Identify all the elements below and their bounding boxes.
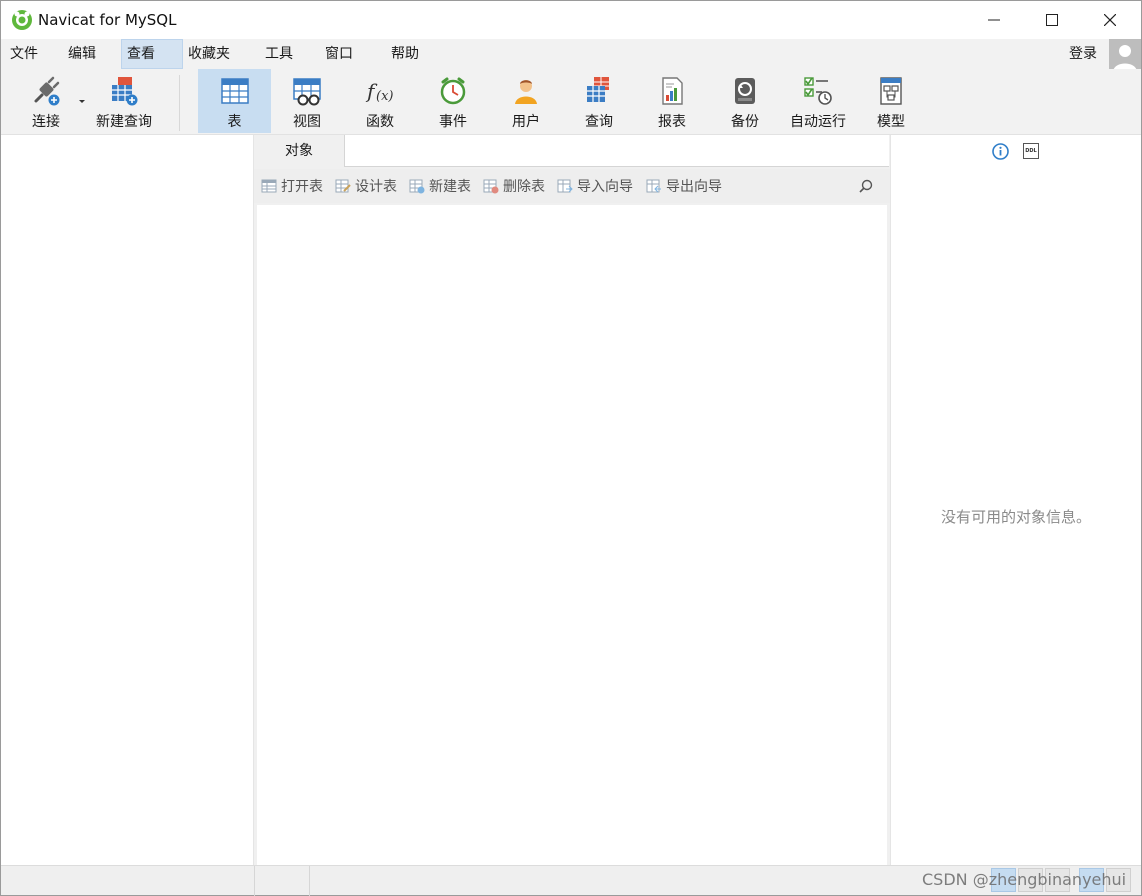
toolbar-user-button[interactable]: 用户 [493, 69, 559, 133]
menu-bar: 文件 编辑 查看 收藏夹 工具 窗口 帮助 登录 [1, 39, 1141, 69]
table-icon [220, 78, 249, 104]
open-table-icon [261, 179, 277, 193]
query-table-icon [587, 77, 609, 102]
toolbar-model-button[interactable]: 模型 [858, 69, 924, 133]
toolbar-label: 报表 [658, 114, 686, 130]
close-icon [1104, 14, 1116, 26]
toolbar-label: 函数 [366, 114, 394, 130]
export-wizard-icon [646, 179, 661, 193]
import-wizard-button[interactable]: 导入向导 [557, 169, 633, 203]
function-fx-icon: f (x) [365, 79, 393, 104]
menu-tools[interactable]: 工具 [260, 39, 298, 69]
menu-help[interactable]: 帮助 [386, 39, 424, 69]
open-table-label: 打开表 [281, 179, 323, 195]
alarm-clock-icon [440, 77, 466, 105]
status-bar: CSDN @zhengbinanyehui [1, 865, 1141, 896]
object-list-area[interactable] [257, 205, 887, 865]
toolbar-query-button[interactable]: 查询 [566, 69, 632, 133]
toolbar-table-button[interactable]: 表 [198, 69, 271, 133]
toolbar-event-button[interactable]: 事件 [420, 69, 486, 133]
toolbar-label: 模型 [877, 114, 905, 130]
menu-favorites[interactable]: 收藏夹 [183, 39, 235, 69]
toolbar-label: 备份 [731, 114, 759, 130]
toolbar-separator [179, 75, 180, 131]
status-divider [254, 866, 255, 896]
navicat-window: Navicat for MySQL 文件 编辑 查看 收藏夹 工具 窗口 帮助 … [0, 0, 1142, 896]
object-info-pane: DDL 没有可用的对象信息。 [890, 135, 1141, 865]
navicat-logo-icon [12, 10, 32, 30]
toolbar-connect-button[interactable]: 连接 [15, 69, 77, 133]
tab-bar: 对象 [254, 135, 890, 167]
menu-window[interactable]: 窗口 [320, 39, 358, 69]
login-link[interactable]: 登录 [1069, 39, 1097, 69]
toolbar-backup-button[interactable]: 备份 [712, 69, 778, 133]
title-bar: Navicat for MySQL [1, 1, 1141, 39]
menu-edit[interactable]: 编辑 [63, 39, 101, 69]
toolbar-label: 自动运行 [790, 114, 846, 130]
user-avatar-icon [1109, 39, 1141, 71]
toolbar-new-query-button[interactable]: 新建查询 [89, 69, 159, 133]
toolbar-label: 查询 [585, 114, 613, 130]
plug-connection-icon [34, 76, 60, 106]
delete-table-button[interactable]: 删除表 [483, 169, 545, 203]
info-icon[interactable] [992, 143, 1009, 160]
export-wizard-button[interactable]: 导出向导 [646, 169, 722, 203]
new-table-label: 新建表 [429, 179, 471, 195]
svg-text:(x): (x) [376, 89, 393, 104]
toolbar-label: 新建查询 [96, 114, 152, 130]
toolbar-label: 视图 [293, 114, 321, 130]
delete-table-icon [483, 179, 499, 194]
toolbar-label: 用户 [512, 114, 540, 130]
tab-objects[interactable]: 对象 [254, 135, 344, 167]
toolbar-label: 连接 [32, 114, 60, 130]
new-table-button[interactable]: 新建表 [409, 169, 471, 203]
model-icon [880, 77, 902, 105]
toolbar-report-button[interactable]: 报表 [639, 69, 705, 133]
empty-info-message: 没有可用的对象信息。 [940, 508, 1091, 526]
design-table-label: 设计表 [355, 179, 397, 195]
ddl-icon-text: DDL [1025, 148, 1037, 154]
ddl-icon[interactable]: DDL [1023, 143, 1039, 159]
delete-table-label: 删除表 [503, 179, 545, 195]
object-pane: 对象 打开表 设计表 新建表 删除表 导入向导 导出向导 [254, 135, 890, 865]
open-table-button[interactable]: 打开表 [261, 169, 323, 203]
chevron-down-icon[interactable] [78, 97, 86, 105]
design-table-icon [335, 179, 351, 193]
backup-icon [735, 78, 755, 104]
import-wizard-icon [557, 179, 573, 193]
watermark-text: CSDN @zhengbinanyehui [922, 870, 1127, 889]
toolbar-function-button[interactable]: f (x) 函数 [347, 69, 413, 133]
auto-run-icon [804, 77, 832, 105]
user-icon [515, 80, 537, 104]
maximize-icon [1046, 14, 1058, 26]
new-table-icon [409, 179, 425, 194]
minimize-icon [988, 19, 1000, 21]
object-toolbar: 打开表 设计表 新建表 删除表 导入向导 导出向导 [254, 169, 890, 203]
export-wizard-label: 导出向导 [666, 179, 722, 195]
import-wizard-label: 导入向导 [577, 179, 633, 195]
status-divider [309, 866, 310, 896]
search-icon[interactable] [859, 179, 873, 193]
main-toolbar: 连接 新建查询 表 视图 f (x) 函数 事件 用户 查询 报表 备份 自动运… [1, 69, 1141, 135]
avatar[interactable] [1109, 39, 1141, 71]
close-button[interactable] [1081, 1, 1139, 39]
toolbar-autorun-button[interactable]: 自动运行 [785, 69, 851, 133]
menu-file[interactable]: 文件 [5, 39, 43, 69]
connection-tree-pane[interactable] [1, 135, 254, 865]
report-icon [662, 77, 683, 105]
design-table-button[interactable]: 设计表 [335, 169, 397, 203]
view-glasses-icon [293, 78, 321, 106]
maximize-button[interactable] [1023, 1, 1081, 39]
new-query-icon [112, 77, 138, 106]
menu-view[interactable]: 查看 [121, 39, 183, 69]
toolbar-label: 事件 [439, 114, 467, 130]
window-title: Navicat for MySQL [38, 11, 177, 29]
toolbar-label: 表 [227, 114, 242, 130]
minimize-button[interactable] [965, 1, 1023, 39]
toolbar-view-button[interactable]: 视图 [273, 69, 341, 133]
tab-strip-empty [344, 135, 889, 167]
